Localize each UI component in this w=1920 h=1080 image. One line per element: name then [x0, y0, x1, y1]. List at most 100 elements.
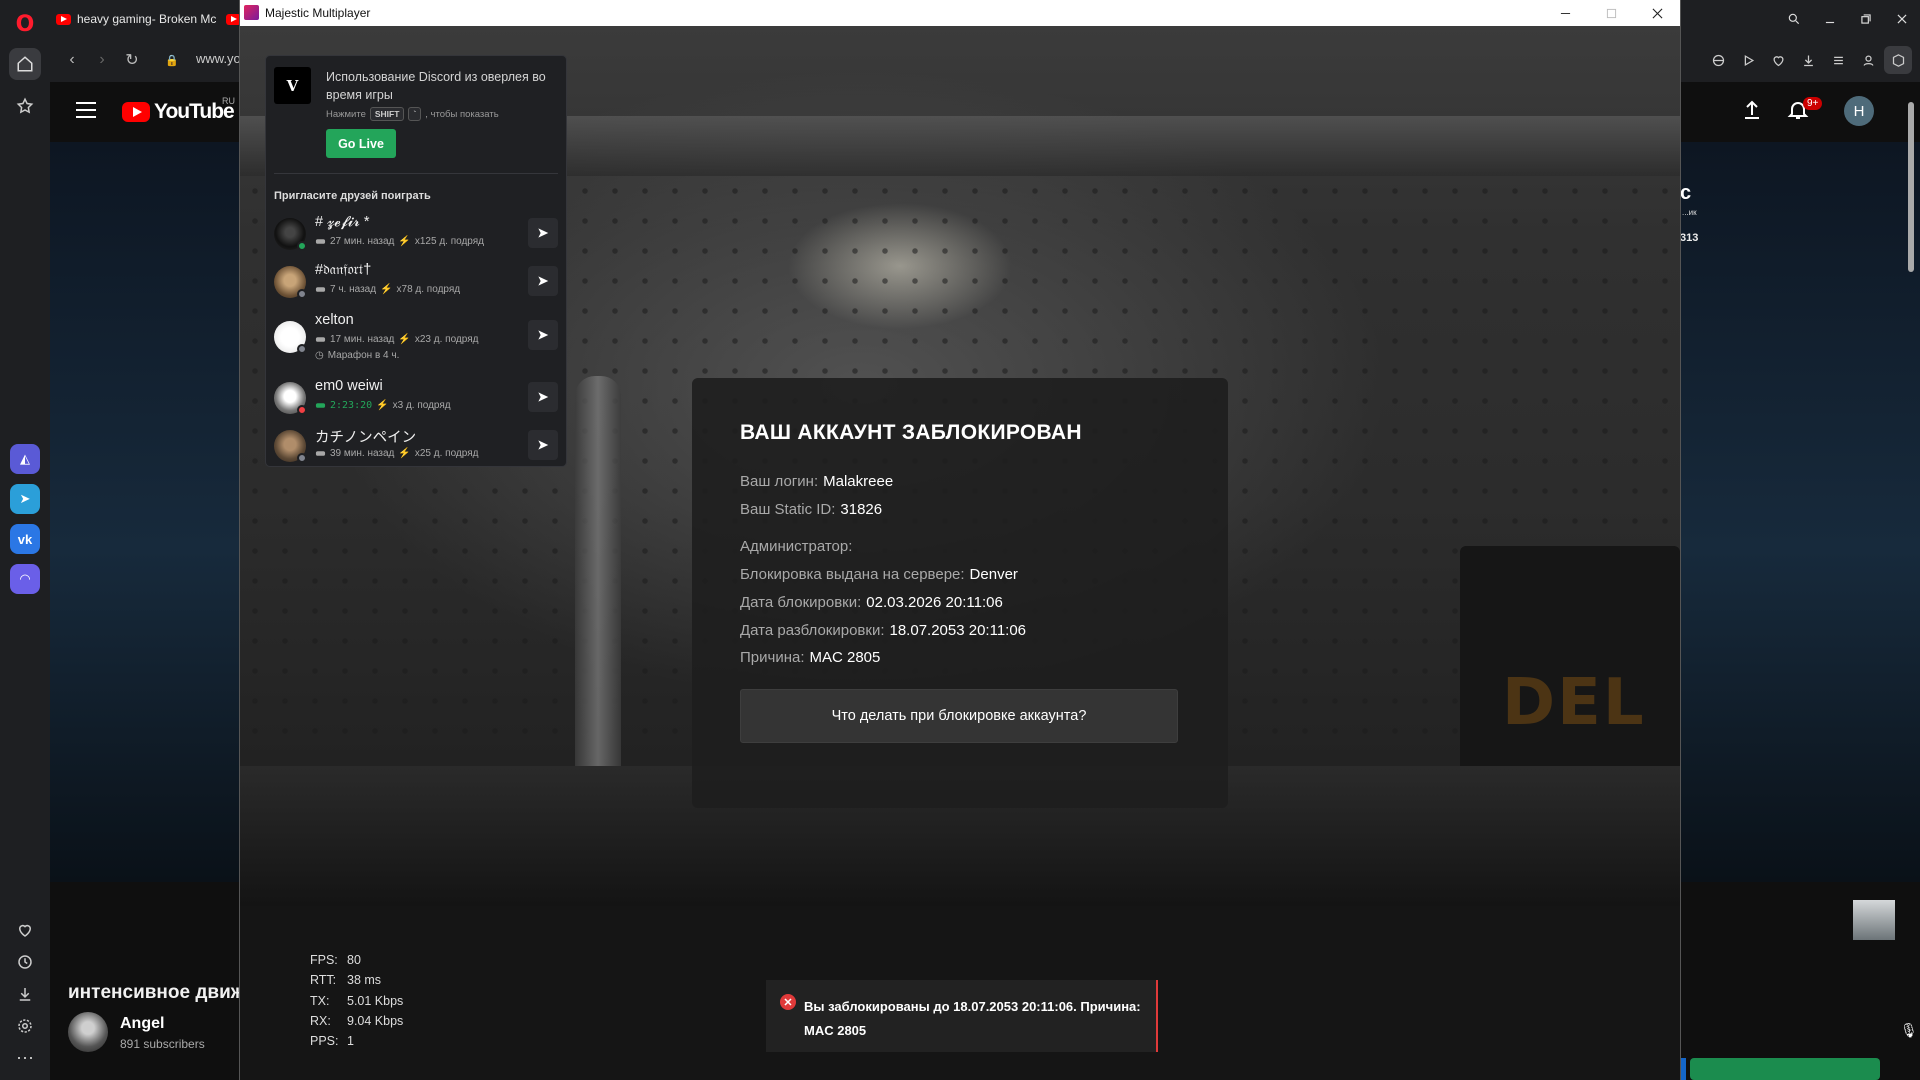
- headphones-icon[interactable]: ◠: [10, 564, 40, 594]
- pps-row: PPS: 1: [310, 1031, 403, 1051]
- status-offline-icon: [297, 453, 307, 463]
- go-live-button[interactable]: Go Live: [326, 129, 396, 158]
- reason-label: Причина:: [740, 649, 805, 666]
- scene-wrench: [575, 376, 621, 796]
- friend-item[interactable]: # 𝔃𝓮𝓯𝓲𝓻 * 27 мин. назад ⚡ x125 д. подряд: [272, 210, 560, 254]
- friend-item[interactable]: xelton 17 мин. назад ⚡ x23 д. подряд ◷ М…: [272, 306, 560, 368]
- streak: x25 д. подряд: [414, 448, 479, 460]
- forward-icon[interactable]: ›: [92, 50, 112, 70]
- upload-icon[interactable]: [1740, 98, 1764, 122]
- scrollbar[interactable]: [1908, 102, 1914, 272]
- gamepad-icon: [315, 284, 326, 295]
- aria-icon[interactable]: ◭: [10, 444, 40, 474]
- heart-icon[interactable]: [1764, 46, 1792, 74]
- invite-title: Пригласите друзей поиграть: [274, 190, 431, 202]
- restore-icon[interactable]: [1848, 0, 1884, 38]
- invite-arrow-button[interactable]: [528, 430, 558, 460]
- more-icon[interactable]: ⋯: [9, 1042, 41, 1074]
- scene-toolbox-logo: DEL: [1502, 666, 1646, 740]
- rtt-value: 38 ms: [347, 973, 382, 988]
- channel-name[interactable]: Angel: [120, 1015, 164, 1033]
- lightning-icon: ⚡: [398, 236, 411, 248]
- pps-value: 1: [347, 1034, 354, 1049]
- invite-arrow-button[interactable]: [528, 320, 558, 350]
- subscriber-count: 891 subscribers: [120, 1037, 205, 1051]
- maximize-icon[interactable]: [1588, 0, 1634, 26]
- home-icon[interactable]: [9, 48, 41, 80]
- friend-item[interactable]: em0 weiwi 2:23:20 ⚡ x3 д. подряд: [272, 374, 560, 418]
- friend-name: em0 weiwi: [315, 378, 383, 394]
- search-icon[interactable]: [1776, 0, 1812, 38]
- vk-icon[interactable]: vk: [10, 524, 40, 554]
- heart-icon[interactable]: [9, 914, 41, 946]
- menu-icon[interactable]: [1824, 46, 1852, 74]
- profile-icon[interactable]: [1854, 46, 1882, 74]
- admin-row: Администратор:: [740, 538, 857, 555]
- miniplayer-thumbnail[interactable]: [1853, 900, 1895, 940]
- ban-title: ВАШ АККАУНТ ЗАБЛОКИРОВАН: [740, 421, 1082, 444]
- gamepad-icon: [315, 334, 326, 345]
- lightning-icon: ⚡: [398, 448, 411, 460]
- ban-help-button[interactable]: Что делать при блокировке аккаунта?: [740, 689, 1178, 743]
- toast-text: Вы заблокированы до 18.07.2053 20:11:06.…: [804, 999, 1141, 1038]
- back-icon[interactable]: ‹: [62, 50, 82, 70]
- majestic-app-icon: [244, 5, 259, 20]
- video-overlay-subtext: ...ик: [1682, 208, 1697, 217]
- server-row: Блокировка выдана на сервере: Denver: [740, 566, 1018, 583]
- download-icon[interactable]: [1794, 46, 1822, 74]
- green-bar: [1690, 1058, 1880, 1080]
- play-icon[interactable]: [1734, 46, 1762, 74]
- discord-overlay: V Использование Discord из оверлея во вр…: [265, 55, 567, 467]
- tx-value: 5.01 Kbps: [347, 993, 404, 1008]
- invite-arrow-button[interactable]: [528, 266, 558, 296]
- mic-icon[interactable]: 🎙: [1900, 1022, 1918, 1039]
- translate-icon[interactable]: [1704, 46, 1732, 74]
- hint-suffix: , чтобы показать: [425, 108, 499, 120]
- youtube-logo[interactable]: YouTube: [122, 100, 235, 124]
- friend-meta: 39 мин. назад ⚡ x25 д. подряд: [315, 448, 478, 459]
- friend-name: xelton: [315, 312, 354, 328]
- streak: x78 д. подряд: [396, 284, 461, 296]
- invite-arrow-button[interactable]: [528, 382, 558, 412]
- reload-icon[interactable]: ↻: [122, 50, 142, 70]
- overlay-hint: Нажмите SHIFT ` , чтобы показать: [326, 107, 499, 121]
- friend-name: カチノンペイン: [315, 430, 417, 446]
- url-field[interactable]: www.yo: [196, 51, 241, 66]
- hamburger-menu-icon[interactable]: [76, 102, 96, 118]
- invite-arrow-button[interactable]: [528, 218, 558, 248]
- settings-icon[interactable]: [9, 1010, 41, 1042]
- minimize-icon[interactable]: [1812, 0, 1848, 38]
- friend-item[interactable]: カチノンペイン 39 мин. назад ⚡ x25 д. подряд: [272, 422, 560, 466]
- fps-label: FPS:: [310, 953, 338, 967]
- minimize-icon[interactable]: [1542, 0, 1588, 26]
- unban-date-value: 18.07.2053 20:11:06: [889, 622, 1027, 639]
- history-icon[interactable]: [9, 946, 41, 978]
- streak: x23 д. подряд: [414, 334, 479, 346]
- friend-meta: 27 мин. назад ⚡ x125 д. подряд: [315, 236, 484, 247]
- last-played: 39 мин. назад: [330, 448, 395, 460]
- download-icon[interactable]: [9, 978, 41, 1010]
- channel-avatar[interactable]: [68, 1012, 108, 1052]
- opera-logo[interactable]: O: [9, 8, 41, 40]
- tab-title: heavy gaming- Broken Mc: [77, 12, 217, 26]
- game-titlebar[interactable]: Majestic Multiplayer: [240, 0, 1680, 26]
- extensions-icon[interactable]: [1884, 46, 1912, 74]
- opera-sidebar: O ◭ ➤ vk ◠ ⋯: [0, 0, 50, 1080]
- rtt-row: RTT: 38 ms: [310, 970, 403, 990]
- login-value: Malakreee: [823, 473, 894, 490]
- lightning-icon: ⚡: [376, 400, 389, 412]
- unban-date-label: Дата разблокировки:: [740, 622, 885, 639]
- star-icon[interactable]: [9, 90, 41, 122]
- friend-name: # 𝔃𝓮𝓯𝓲𝓻 *: [315, 214, 370, 230]
- tab-youtube[interactable]: heavy gaming- Broken Mc: [56, 6, 222, 32]
- pps-label: PPS:: [310, 1034, 339, 1049]
- friend-item[interactable]: #𝔡𝔞𝔫𝔣𝔬𝔯𝔱† 7 ч. назад ⚡ x78 д. подряд: [272, 258, 560, 302]
- close-icon[interactable]: [1884, 0, 1920, 38]
- friend-meta: 7 ч. назад ⚡ x78 д. подряд: [315, 284, 460, 295]
- telegram-icon[interactable]: ➤: [10, 484, 40, 514]
- static-id-value: 31826: [840, 501, 883, 518]
- close-icon[interactable]: [1634, 0, 1680, 26]
- account-avatar[interactable]: H: [1844, 96, 1874, 126]
- youtube-play-icon: [122, 102, 150, 122]
- ban-date-label: Дата блокировки:: [740, 594, 862, 611]
